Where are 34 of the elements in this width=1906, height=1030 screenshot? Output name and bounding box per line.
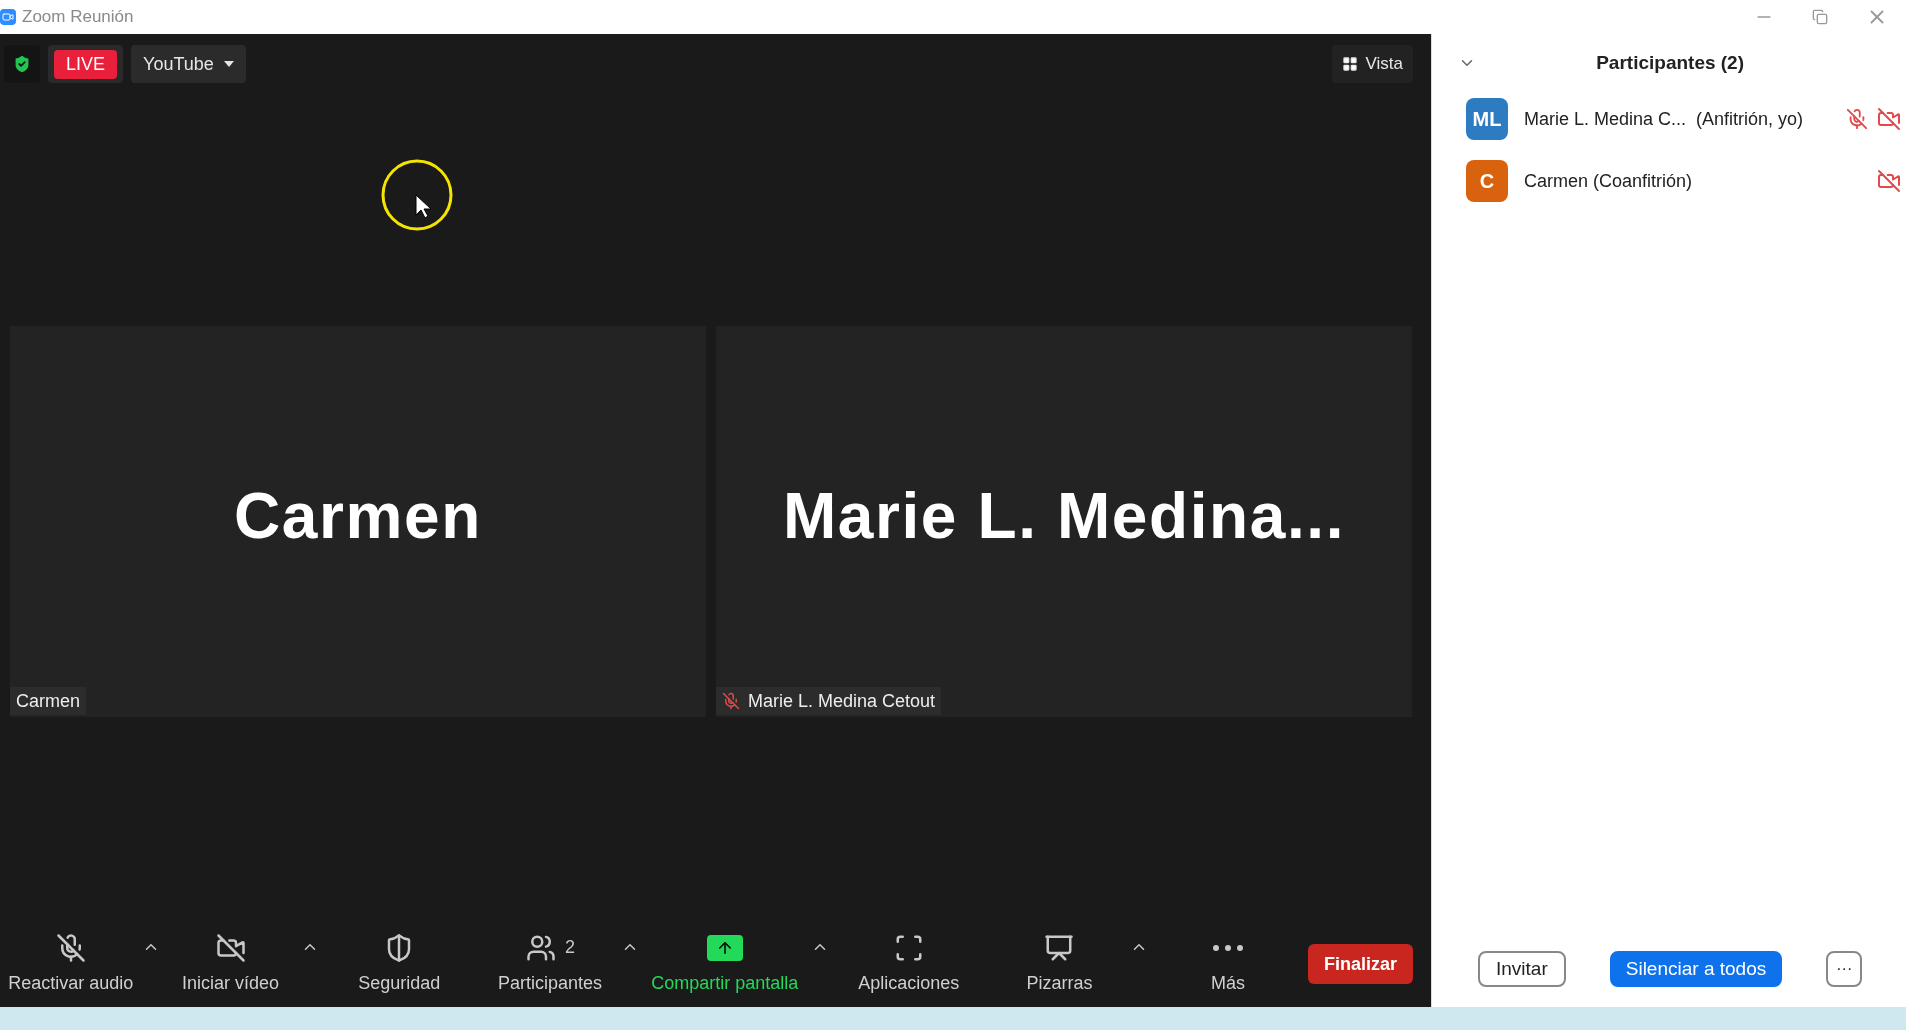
toolbar-button[interactable]: Iniciar vídeo xyxy=(159,931,302,997)
end-button[interactable]: Finalizar xyxy=(1307,944,1413,984)
participant-role: (Anfitrión, yo) xyxy=(1696,107,1804,131)
participant-name: Carmen xyxy=(234,478,482,554)
toolbar-button[interactable]: Pizarras xyxy=(988,931,1131,997)
toolbar-button[interactable]: Aplicaciones xyxy=(828,931,989,997)
more-button[interactable]: ··· xyxy=(1826,951,1863,987)
invite-button[interactable]: Invitar xyxy=(1478,951,1566,987)
mute-all-button[interactable]: Silenciar a todos xyxy=(1609,951,1783,987)
participant-name: Carmen (Coanfitrión) xyxy=(1524,169,1693,193)
toolbar-button[interactable]: Compartir pantalla xyxy=(638,931,811,997)
name-label: Carmen xyxy=(10,687,87,715)
window-title: Zoom Reunión xyxy=(22,6,134,29)
caret-icon xyxy=(223,61,234,67)
participant-name: Marie L. Medina C... xyxy=(1524,107,1687,131)
live-badge: LIVE xyxy=(48,45,124,83)
toolbar-button[interactable]: Más xyxy=(1148,931,1308,997)
participant-count: 2 xyxy=(564,936,575,959)
cursor-highlight-icon xyxy=(380,158,454,232)
stream-dropdown[interactable]: YouTube xyxy=(131,45,246,83)
restore-icon[interactable] xyxy=(1812,9,1828,25)
view-button[interactable]: Vista xyxy=(1331,45,1413,83)
participant-name: Marie L. Medina... xyxy=(782,478,1346,554)
avatar: ML xyxy=(1466,98,1508,140)
toolbar-button[interactable]: Seguridad xyxy=(319,931,480,997)
more-icon xyxy=(1213,944,1244,951)
security-shield-icon[interactable] xyxy=(4,45,40,83)
grid-icon xyxy=(1341,56,1358,72)
name-label: Marie L. Medina Cetout xyxy=(716,687,942,715)
avatar: C xyxy=(1466,160,1508,202)
panel-title: Participantes (2) xyxy=(1595,50,1745,75)
muted-microphone-icon xyxy=(55,932,86,963)
toolbar-button[interactable]: Reactivar audio xyxy=(0,931,142,997)
toolbar-button[interactable]: 2 Participantes xyxy=(479,931,621,997)
